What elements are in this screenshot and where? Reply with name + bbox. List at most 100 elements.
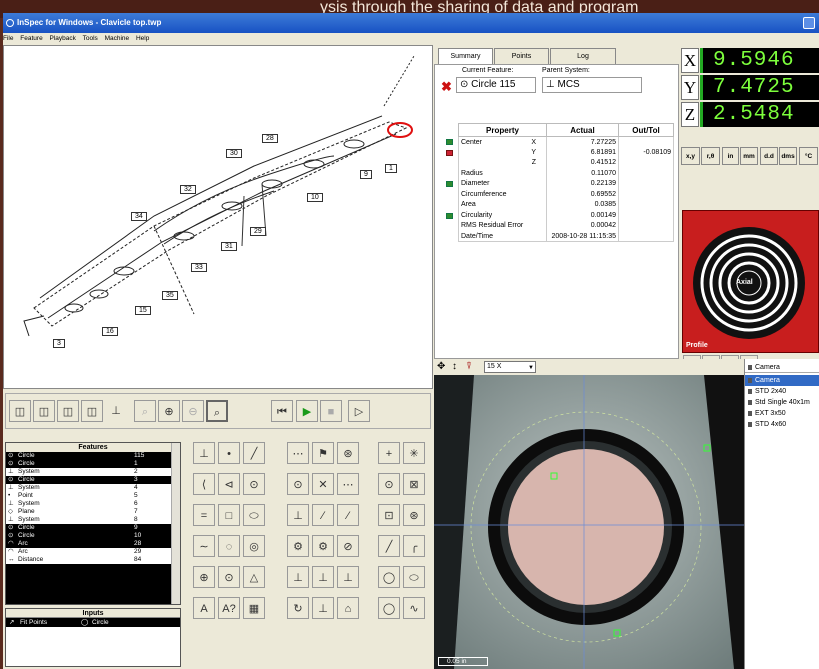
callout-33[interactable]: 33	[191, 262, 207, 272]
tool-arc-icon[interactable]: ⊥	[312, 597, 334, 619]
callout-1[interactable]: 1	[385, 163, 397, 173]
list-item[interactable]: ↗ Fit Points ◯ Circle	[6, 618, 180, 627]
tool-segment-icon[interactable]: ∕	[312, 504, 334, 526]
step-icon[interactable]: ▷	[348, 400, 370, 422]
decimal-degree-button[interactable]: d.d	[760, 147, 778, 165]
tool-line-icon[interactable]: ╱	[243, 442, 265, 464]
table-row[interactable]: Circularity 0.00149	[458, 210, 674, 221]
tool-circle-icon[interactable]: ∼	[193, 535, 215, 557]
tab-summary[interactable]: Summary	[438, 48, 493, 65]
tool-circle-icon[interactable]: ◌	[218, 535, 240, 557]
tool-line-icon[interactable]: ⊥	[193, 442, 215, 464]
list-item[interactable]: ⊥ System 8	[6, 516, 180, 524]
callout-9[interactable]: 9	[360, 169, 372, 179]
tool-ellipse-icon[interactable]: ⊕	[193, 566, 215, 588]
tool-point-icon[interactable]: ⊠	[403, 473, 425, 495]
list-item[interactable]: ⊥ System 4	[6, 484, 180, 492]
system-view-icon[interactable]: ⊥	[105, 400, 127, 422]
tool-ellipse-icon[interactable]: ◯	[378, 566, 400, 588]
tool-segment-icon[interactable]: □	[218, 504, 240, 526]
tool-arc-icon[interactable]: A?	[218, 597, 240, 619]
list-item[interactable]: ◠ Arc 29	[6, 548, 180, 556]
tool-point-icon[interactable]: ⊙	[378, 473, 400, 495]
table-row[interactable]: Date/Time 2008-10-28 11:15:35	[458, 231, 674, 242]
tool-arc-icon[interactable]: ▦	[243, 597, 265, 619]
view-iso-icon[interactable]: ◫	[9, 400, 31, 422]
tool-line-icon[interactable]: ⊛	[337, 442, 359, 464]
tool-segment-icon[interactable]: ⁄	[337, 504, 359, 526]
list-item[interactable]: ◇ Plane 7	[6, 508, 180, 516]
zoom-select[interactable]: 15 X ▼	[484, 361, 536, 373]
pan-icon[interactable]: ✥	[437, 361, 445, 372]
tool-line-icon[interactable]: •	[218, 442, 240, 464]
list-item[interactable]: ⊙ Circle 3	[6, 476, 180, 484]
view-top-icon[interactable]: ◫	[81, 400, 103, 422]
zoom-out-icon[interactable]: ⊖	[182, 400, 204, 422]
tool-arc-icon[interactable]: ⌂	[337, 597, 359, 619]
camera-image[interactable]: 0.05 in	[434, 375, 744, 669]
tool-circle-icon[interactable]: ╱	[378, 535, 400, 557]
camera-item[interactable]: STD 4x60	[745, 419, 819, 430]
tool-segment-icon[interactable]: ⬭	[243, 504, 265, 526]
zoom-fit-icon[interactable]: ⌕	[134, 400, 156, 422]
callout-15[interactable]: 15	[135, 305, 151, 315]
part-drawing-view[interactable]: 28 30 1 9 32 10 34 29 31 33 35 15 16 3	[3, 45, 433, 389]
tab-points[interactable]: Points	[494, 48, 549, 64]
callout-16[interactable]: 16	[102, 326, 118, 336]
play-icon[interactable]: ▶	[296, 400, 318, 422]
table-row[interactable]: Radius 0.11070	[458, 168, 674, 179]
tool-point-icon[interactable]: ⋯	[337, 473, 359, 495]
camera-list[interactable]: Camera Camera STD 2x40 Std Single 40x1m EXT…	[744, 359, 819, 669]
dms-button[interactable]: dms	[779, 147, 797, 165]
table-row[interactable]: Area 0.0385	[458, 199, 674, 210]
list-item[interactable]: • Point 5	[6, 492, 180, 500]
tool-ellipse-icon[interactable]: △	[243, 566, 265, 588]
menu-feature[interactable]: Feature	[20, 35, 42, 42]
zoom-window-icon[interactable]: ⌕	[206, 400, 228, 422]
tool-point-icon[interactable]: ⊲	[218, 473, 240, 495]
camera-item[interactable]: Std Single 40x1m	[745, 397, 819, 408]
tool-circle-icon[interactable]: ╭	[403, 535, 425, 557]
tool-arc-icon[interactable]: ∿	[403, 597, 425, 619]
menu-file[interactable]: File	[3, 35, 13, 42]
tool-ellipse-icon[interactable]: ⊙	[218, 566, 240, 588]
list-item[interactable]: ⊙ Circle 10	[6, 532, 180, 540]
focus-icon[interactable]: ⍒	[466, 361, 472, 372]
menu-playback[interactable]: Playback	[50, 35, 76, 42]
tool-line-icon[interactable]: +	[378, 442, 400, 464]
list-item[interactable]: ⊙ Circle 1	[6, 460, 180, 468]
tool-ellipse-icon[interactable]: ⊥	[287, 566, 309, 588]
cartesian-button[interactable]: x,y	[681, 147, 700, 165]
table-row[interactable]: Diameter 0.22139	[458, 178, 674, 189]
view-side-icon[interactable]: ◫	[57, 400, 79, 422]
table-row[interactable]: Circumference 0.69552	[458, 189, 674, 200]
callout-29[interactable]: 29	[250, 226, 266, 236]
tool-line-icon[interactable]: ⋯	[287, 442, 309, 464]
tool-point-icon[interactable]: ⊙	[287, 473, 309, 495]
features-scrollbar[interactable]	[171, 443, 180, 604]
tool-arc-icon[interactable]: ↻	[287, 597, 309, 619]
tool-point-icon[interactable]: ⊙	[243, 473, 265, 495]
list-item[interactable]: ⊥ System 6	[6, 500, 180, 508]
zoom-in-icon[interactable]: ⊕	[158, 400, 180, 422]
menu-machine[interactable]: Machine	[105, 35, 130, 42]
polar-button[interactable]: r,θ	[701, 147, 720, 165]
camera-item[interactable]: EXT 3x50	[745, 408, 819, 419]
table-row[interactable]: Z 0.41512	[458, 157, 674, 168]
minimize-button[interactable]	[803, 17, 815, 29]
tool-arc-icon[interactable]: ◯	[378, 597, 400, 619]
tool-ellipse-icon[interactable]: ⊥	[312, 566, 334, 588]
camera-item[interactable]: Camera	[745, 375, 819, 386]
view-front-icon[interactable]: ◫	[33, 400, 55, 422]
tab-log[interactable]: Log	[550, 48, 616, 64]
callout-32[interactable]: 32	[180, 184, 196, 194]
tool-segment-icon[interactable]: ⊥	[287, 504, 309, 526]
inputs-list[interactable]: Inputs ↗ Fit Points ◯ Circle	[5, 608, 181, 667]
tool-circle-icon[interactable]: ⚙	[287, 535, 309, 557]
table-row[interactable]: RMS Residual Error 0.00042	[458, 220, 674, 231]
tool-line-icon[interactable]: ✳	[403, 442, 425, 464]
callout-3[interactable]: 3	[53, 338, 65, 348]
list-item[interactable]: ⊥ System 2	[6, 468, 180, 476]
tool-segment-icon[interactable]: ⊡	[378, 504, 400, 526]
tool-segment-icon[interactable]: =	[193, 504, 215, 526]
